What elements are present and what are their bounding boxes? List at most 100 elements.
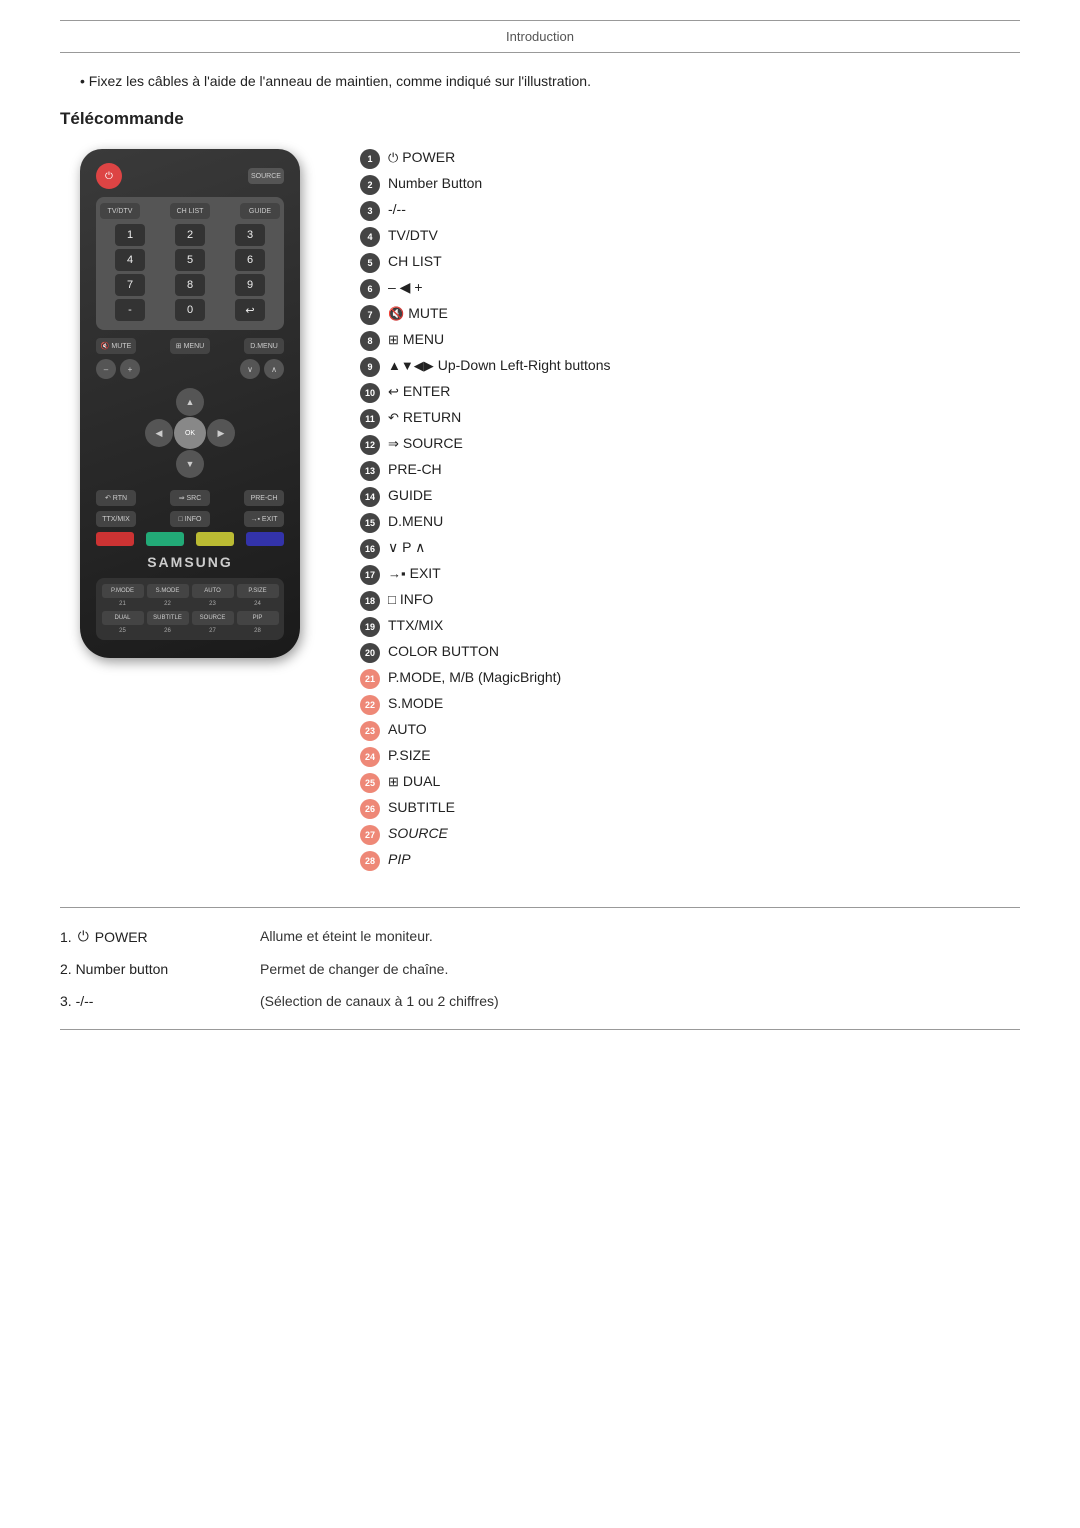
source2-button[interactable]: ⇒ SRC: [170, 490, 210, 506]
badge-25: 25: [360, 773, 380, 793]
feature-1: 1 ⏻ POWER: [360, 149, 1020, 169]
feature-20: 20 COLOR BUTTON: [360, 643, 1020, 663]
feature-14-text: GUIDE: [388, 487, 432, 503]
vol-up-button[interactable]: +: [120, 359, 140, 379]
num-0[interactable]: 0: [175, 299, 205, 321]
badge-1: 1: [360, 149, 380, 169]
feature-23: 23 AUTO: [360, 721, 1020, 741]
tvdtv-button[interactable]: TV/DTV: [100, 203, 140, 219]
color-red-button[interactable]: [96, 532, 134, 546]
num-7[interactable]: 7: [115, 274, 145, 296]
num-row-1: 1 2 3: [100, 224, 280, 246]
return-button[interactable]: ↶ RTN: [96, 490, 136, 506]
badge-22: 22: [360, 695, 380, 715]
badge-21: 21: [360, 669, 380, 689]
feature-17-text: EXIT: [410, 565, 441, 581]
feature-7-text: MUTE: [408, 305, 448, 321]
smode-button[interactable]: S.MODE: [147, 584, 189, 598]
feature-25-text: DUAL: [403, 773, 440, 789]
feature-5-text: CH LIST: [388, 253, 442, 269]
badge-8: 8: [360, 331, 380, 351]
feature-14: 14 GUIDE: [360, 487, 1020, 507]
desc-3: 3. -/-- (Sélection de canaux à 1 ou 2 ch…: [60, 993, 1020, 1009]
pmode-button[interactable]: P.MODE: [102, 584, 144, 598]
info-button[interactable]: □ INFO: [170, 511, 210, 527]
nav-cross: ▲ ▼ ◀ ▶ OK: [145, 388, 235, 478]
color-blue-button[interactable]: [246, 532, 284, 546]
num-8[interactable]: 8: [175, 274, 205, 296]
nav-right-button[interactable]: ▶: [207, 419, 235, 447]
desc-1: 1. ⏻ POWER Allume et éteint le moniteur.: [60, 928, 1020, 945]
num-2[interactable]: 2: [175, 224, 205, 246]
source-button[interactable]: SOURCE: [248, 168, 284, 184]
psize-button[interactable]: P.SIZE: [237, 584, 279, 598]
feature-8: 8 ⊞ MENU: [360, 331, 1020, 351]
feature-22-text: S.MODE: [388, 695, 443, 711]
ttx-button[interactable]: TTX/MIX: [96, 511, 136, 527]
feature-22: 22 S.MODE: [360, 695, 1020, 715]
num-1[interactable]: 1: [115, 224, 145, 246]
nav-left-button[interactable]: ◀: [145, 419, 173, 447]
menu-button[interactable]: ⊞ MENU: [170, 338, 210, 354]
desc-2: 2. Number button Permet de changer de ch…: [60, 961, 1020, 977]
num-6[interactable]: 6: [235, 249, 265, 271]
num-5[interactable]: 5: [175, 249, 205, 271]
nav-down-button[interactable]: ▼: [176, 450, 204, 478]
badge-2: 2: [360, 175, 380, 195]
ch-down-button[interactable]: ∨: [240, 359, 260, 379]
feature-23-text: AUTO: [388, 721, 427, 737]
color-yellow-button[interactable]: [196, 532, 234, 546]
badge-18: 18: [360, 591, 380, 611]
nav-up-button[interactable]: ▲: [176, 388, 204, 416]
nav-section: ▲ ▼ ◀ ▶ OK: [96, 384, 284, 482]
feature-11-text: RETURN: [403, 409, 461, 425]
dual-button[interactable]: DUAL: [102, 611, 144, 625]
feature-28: 28 PIP: [360, 851, 1020, 871]
menu-icon: ⊞: [388, 332, 399, 348]
exit-button[interactable]: →▪ EXIT: [244, 511, 284, 527]
num-row-2: 4 5 6: [100, 249, 280, 271]
mute-button[interactable]: 🔇 MUTE: [96, 338, 136, 354]
header-title: Introduction: [60, 29, 1020, 44]
vol-down-button[interactable]: –: [96, 359, 116, 379]
badge-24: 24: [360, 747, 380, 767]
guide-button[interactable]: GUIDE: [240, 203, 280, 219]
num-dash[interactable]: -: [115, 299, 145, 321]
bottom-grid: P.MODE S.MODE AUTO P.SIZE 21 22 23 24 DU…: [96, 578, 284, 640]
num-3[interactable]: 3: [235, 224, 265, 246]
badge-7: 7: [360, 305, 380, 325]
color-green-button[interactable]: [146, 532, 184, 546]
num-4[interactable]: 4: [115, 249, 145, 271]
badge-26: 26: [360, 799, 380, 819]
feature-12-text: SOURCE: [403, 435, 463, 451]
bottom-label-row-1: 21 22 23 24: [100, 601, 280, 607]
badge-3: 3: [360, 201, 380, 221]
feature-26-text: SUBTITLE: [388, 799, 455, 815]
exit-icon: →▪: [388, 566, 406, 581]
feature-12: 12 ⇒ SOURCE: [360, 435, 1020, 455]
badge-12: 12: [360, 435, 380, 455]
feature-16-text: ∨ P ∧: [388, 539, 425, 556]
prech-button[interactable]: PRE-CH: [244, 490, 284, 506]
ch-up-button[interactable]: ∧: [264, 359, 284, 379]
samsung-logo: SAMSUNG: [96, 554, 284, 570]
bottom-row-1: P.MODE S.MODE AUTO P.SIZE: [100, 584, 280, 598]
badge-19: 19: [360, 617, 380, 637]
num-prev[interactable]: ↩: [235, 299, 265, 321]
source-icon: ⇒: [388, 436, 399, 452]
feature-19: 19 TTX/MIX: [360, 617, 1020, 637]
auto-button[interactable]: AUTO: [192, 584, 234, 598]
ttx-info-exit-row: TTX/MIX □ INFO →▪ EXIT: [96, 511, 284, 527]
num-9[interactable]: 9: [235, 274, 265, 296]
dmenu-button[interactable]: D.MENU: [244, 338, 284, 354]
source3-button[interactable]: SOURCE: [192, 611, 234, 625]
pip-button[interactable]: PIP: [237, 611, 279, 625]
subtitle-button[interactable]: SUBTITLE: [147, 611, 189, 625]
feature-9-text: Up-Down Left-Right buttons: [438, 357, 611, 373]
sub-rule: [60, 52, 1020, 53]
desc-2-label: 2. Number button: [60, 961, 260, 977]
power-button[interactable]: ⏻: [96, 163, 122, 189]
enter-button[interactable]: OK: [174, 417, 206, 449]
num-row-3: 7 8 9: [100, 274, 280, 296]
chlist-button[interactable]: CH LIST: [170, 203, 210, 219]
